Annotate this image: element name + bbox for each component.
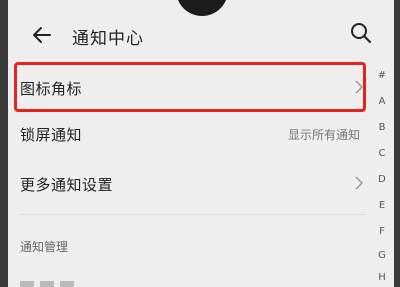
device-bezel-right xyxy=(394,0,400,287)
setting-label: 锁屏通知 xyxy=(20,126,83,144)
divider xyxy=(20,214,366,215)
setting-row-lock-screen-notifications[interactable]: 锁屏通知 显示所有通知 xyxy=(8,112,368,156)
alpha-index-item[interactable]: # xyxy=(372,70,392,81)
alpha-index-item[interactable]: D xyxy=(372,174,392,185)
back-arrow-icon xyxy=(33,27,51,43)
alpha-index-item[interactable]: H xyxy=(372,272,392,283)
alpha-index-item[interactable]: B xyxy=(372,122,392,133)
setting-value: 显示所有通知 xyxy=(287,128,360,142)
setting-label: 更多通知设置 xyxy=(20,176,114,194)
page-title: 通知中心 xyxy=(72,29,144,49)
alpha-index-item[interactable]: C xyxy=(372,148,392,159)
screen: 通知中心 图标角标 锁屏通知 显示所有通知 更多通知设置 通知管理 # A B … xyxy=(8,0,394,287)
device-bezel-left xyxy=(0,0,8,287)
setting-row-more-notification-settings[interactable]: 更多通知设置 xyxy=(8,162,368,206)
section-header-notification-management: 通知管理 xyxy=(20,240,69,254)
search-icon xyxy=(351,23,371,43)
back-button[interactable] xyxy=(30,22,56,48)
alpha-index-item[interactable]: A xyxy=(372,96,392,107)
list-item-cut-off xyxy=(20,281,100,287)
alpha-index-item[interactable]: F xyxy=(372,226,392,237)
chevron-right-icon xyxy=(355,176,364,190)
alpha-index-item[interactable]: G xyxy=(372,250,392,261)
highlight-annotation xyxy=(14,62,366,112)
search-button[interactable] xyxy=(348,20,374,46)
alpha-index-item[interactable]: E xyxy=(372,200,392,211)
